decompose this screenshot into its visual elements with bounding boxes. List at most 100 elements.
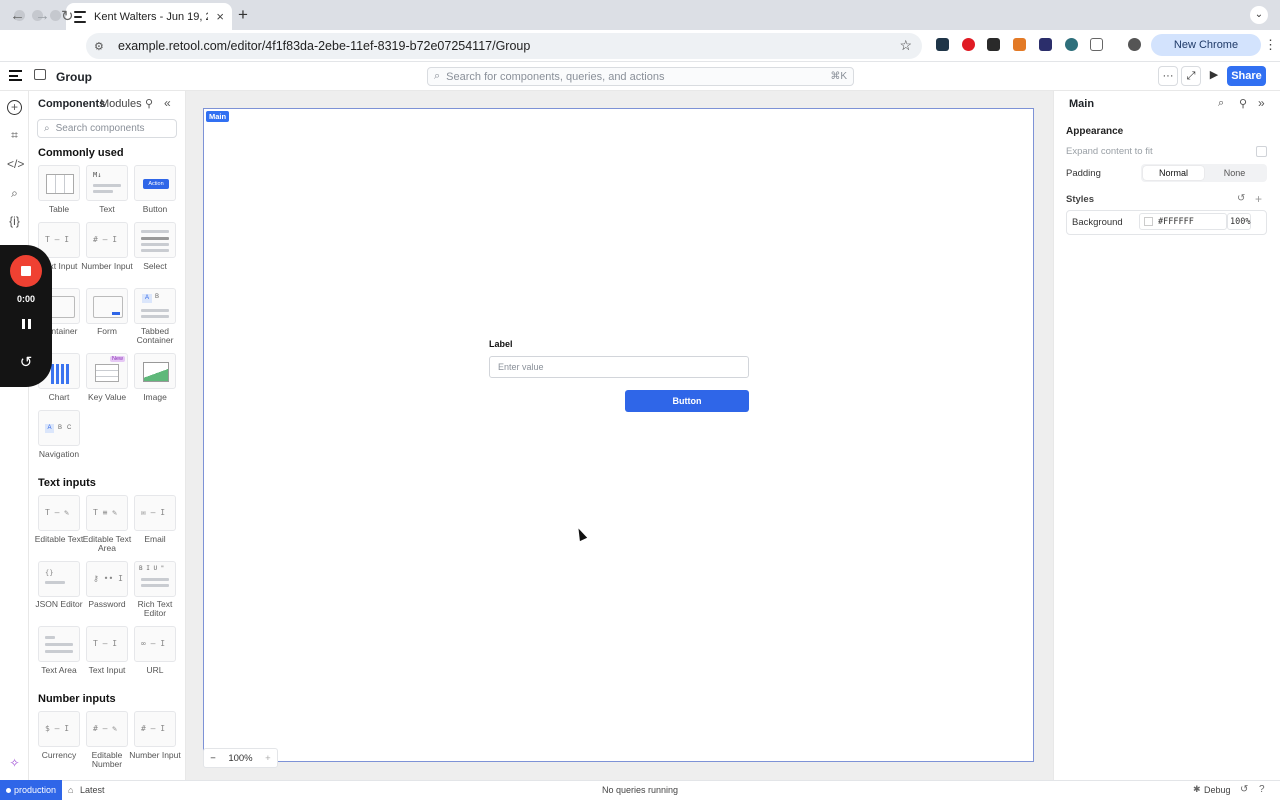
profile-avatar[interactable] (1128, 38, 1141, 51)
tile-url[interactable]: ∞ — I (134, 626, 176, 662)
environment-badge[interactable]: production (0, 780, 62, 800)
padding-normal-option[interactable]: Normal (1143, 166, 1204, 180)
pin-icon[interactable]: ⚲ (1239, 97, 1247, 110)
extension-icon[interactable] (936, 38, 949, 51)
text-input-icon: T — I (45, 235, 70, 244)
extension-icon[interactable] (987, 38, 1000, 51)
padding-none-option[interactable]: None (1204, 166, 1265, 180)
stop-recording-button[interactable] (10, 255, 42, 287)
component-search-input[interactable]: ⌕ Search components (37, 119, 177, 138)
new-tab-icon[interactable]: + (238, 5, 248, 25)
more-options-icon[interactable]: ··· (1158, 66, 1178, 86)
browser-tab[interactable]: Kent Walters - Jun 19, 2024 · × (66, 3, 232, 30)
tile-password[interactable]: ⚷ •• I (86, 561, 128, 597)
tile-json-editor[interactable]: {} (38, 561, 80, 597)
inspector-title[interactable]: Main (1069, 98, 1094, 110)
tile-editable-number[interactable]: # — ✎ (86, 711, 128, 747)
tile-label: Email (144, 534, 166, 544)
currency-icon: $ — I (45, 724, 70, 733)
retool-logo-icon[interactable] (9, 70, 22, 81)
extension-icon[interactable] (1065, 38, 1078, 51)
sidebar-toggle-icon[interactable] (34, 69, 46, 80)
opera-extension-icon[interactable] (962, 38, 975, 51)
tab-b-icon: B (155, 294, 160, 300)
reload-icon[interactable]: ↻ (61, 7, 74, 25)
state-icon[interactable]: {i} (7, 214, 22, 229)
reset-styles-icon[interactable]: ↺ (1237, 193, 1245, 204)
restart-icon[interactable]: ↺ (0, 353, 52, 371)
search-icon[interactable]: ⌕ (1218, 97, 1224, 110)
tree-icon[interactable]: ⌗ (7, 128, 22, 143)
tab-modules[interactable]: Modules (100, 98, 142, 110)
share-button[interactable]: Share (1227, 66, 1266, 86)
puzzle-extensions-icon[interactable] (1090, 38, 1103, 51)
zoom-in-icon[interactable]: + (265, 753, 271, 764)
code-icon[interactable]: </> (7, 157, 24, 172)
app-name[interactable]: Group (56, 70, 92, 84)
appearance-heading: Appearance (1066, 126, 1124, 137)
bookmark-star-icon[interactable]: ☆ (899, 37, 912, 54)
global-search-input[interactable]: ⌕ Search for components, queries, and ac… (427, 67, 854, 86)
preview-play-icon[interactable]: ▶ (1204, 66, 1224, 86)
tile-text-area[interactable] (38, 626, 80, 662)
tab-close-icon[interactable]: × (216, 9, 224, 24)
search-icon: ⌕ (434, 70, 441, 82)
tab-components[interactable]: Components (38, 98, 105, 110)
main-frame[interactable] (203, 108, 1034, 762)
main-frame-badge[interactable]: Main (206, 111, 230, 122)
tile-label: Image (143, 392, 167, 402)
text-input-label: Label (489, 339, 513, 349)
tile-number-input-2[interactable]: # — I (134, 711, 176, 747)
zoom-level: 100% (228, 752, 253, 764)
new-chrome-available-button[interactable]: New Chrome available (1151, 34, 1261, 73)
expand-content-checkbox[interactable] (1256, 146, 1267, 157)
add-style-icon[interactable]: + (1255, 192, 1262, 206)
nav-b-icon: B (58, 425, 63, 431)
search-shortcut: ⌘K (830, 71, 847, 82)
add-component-icon[interactable]: + (7, 100, 22, 115)
version-label[interactable]: Latest (80, 785, 105, 795)
chrome-menu-icon[interactable]: ⋮ (1264, 37, 1277, 53)
editable-number-icon: # — ✎ (93, 724, 118, 733)
tile-text[interactable]: M↓ (86, 165, 128, 201)
tile-navigation[interactable]: A B C (38, 410, 80, 446)
expand-icon[interactable]: ⤢ (1181, 66, 1201, 86)
forward-icon[interactable]: → (35, 7, 50, 24)
tile-tabbed-container[interactable]: A B (134, 288, 176, 324)
search-rail-icon[interactable]: ⌕ (7, 186, 22, 201)
tile-editable-text-area[interactable]: T ≡ ✎ (86, 495, 128, 531)
pin-icon[interactable]: ⚲ (145, 97, 153, 110)
tile-currency[interactable]: $ — I (38, 711, 80, 747)
debug-button[interactable]: Debug (1204, 785, 1231, 795)
tile-text-input-2[interactable]: T — I (86, 626, 128, 662)
tile-key-value[interactable]: New (86, 353, 128, 389)
tile-number-input[interactable]: # — I (86, 222, 128, 258)
assist-sparkle-icon[interactable]: ✧ (7, 756, 22, 771)
tile-editable-text[interactable]: T — ✎ (38, 495, 80, 531)
color-swatch[interactable] (1144, 217, 1153, 226)
text-input-field[interactable]: Enter value (489, 356, 749, 378)
tile-email[interactable]: ✉ — I (134, 495, 176, 531)
tile-image[interactable] (134, 353, 176, 389)
window-maximize-button[interactable] (50, 10, 61, 21)
tile-button[interactable]: Action (134, 165, 176, 201)
zoom-out-icon[interactable]: − (210, 753, 216, 764)
back-icon[interactable]: ← (10, 7, 25, 24)
pause-icon[interactable] (22, 319, 31, 329)
tile-table[interactable] (38, 165, 80, 201)
background-hex: #FFFFFF (1158, 217, 1194, 227)
tile-form[interactable] (86, 288, 128, 324)
search-placeholder: Search for components, queries, and acti… (446, 70, 665, 83)
extension-badge-icon[interactable] (1039, 38, 1052, 51)
tile-rich-text-editor[interactable]: B I U " (134, 561, 176, 597)
tab-search-icon[interactable]: ⌄ (1250, 6, 1268, 24)
canvas-button[interactable]: Button (625, 390, 749, 412)
tile-select[interactable] (134, 222, 176, 258)
help-icon[interactable]: ? (1259, 784, 1265, 795)
collapse-panel-icon[interactable]: « (164, 96, 171, 110)
metamask-extension-icon[interactable] (1013, 38, 1026, 51)
address-bar[interactable]: ⚙ example.retool.com/editor/4f1f83da-2eb… (86, 33, 922, 59)
collapse-inspector-icon[interactable]: » (1258, 96, 1265, 110)
site-settings-icon[interactable]: ⚙ (94, 40, 108, 53)
history-icon[interactable]: ↺ (1240, 784, 1248, 795)
